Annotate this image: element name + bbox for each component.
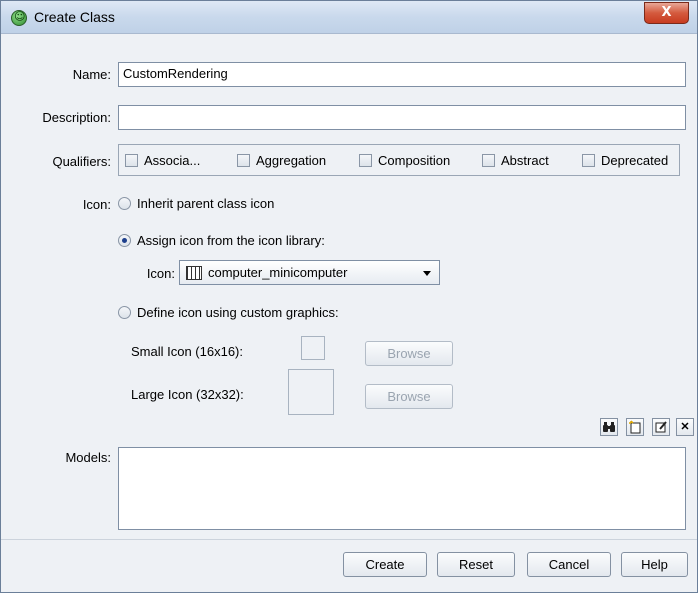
small-icon-label: Small Icon (16x16): <box>131 344 243 359</box>
qualifier-deprecated-checkbox[interactable]: Deprecated <box>582 153 668 168</box>
checkbox-icon <box>125 154 138 167</box>
large-icon-label: Large Icon (32x32): <box>131 387 244 402</box>
qualifiers-group: Associa... Aggregation Composition Abstr… <box>118 144 680 176</box>
cancel-button[interactable]: Cancel <box>527 552 611 577</box>
radio-icon <box>118 306 131 319</box>
checkbox-icon <box>359 154 372 167</box>
qualifier-association-checkbox[interactable]: Associa... <box>125 153 200 168</box>
checkbox-icon <box>237 154 250 167</box>
binoculars-icon[interactable] <box>600 418 618 436</box>
create-class-dialog: ☺ Create Class X Name: CustomRendering D… <box>0 0 698 593</box>
icon-label: Icon: <box>82 197 111 212</box>
qualifier-aggregation-checkbox[interactable]: Aggregation <box>237 153 326 168</box>
large-icon-preview <box>288 369 334 415</box>
radio-icon <box>118 197 131 210</box>
edit-icon[interactable] <box>652 418 670 436</box>
name-field[interactable]: CustomRendering <box>118 62 686 87</box>
large-icon-browse-button[interactable]: Browse <box>365 384 453 409</box>
checkbox-icon <box>582 154 595 167</box>
icon-library-selected: computer_minicomputer <box>208 265 348 280</box>
inherit-icon-radio[interactable]: Inherit parent class icon <box>118 196 274 211</box>
name-label: Name: <box>72 67 111 82</box>
qualifier-association-label: Associa... <box>144 153 201 168</box>
qualifier-abstract-label: Abstract <box>501 153 549 168</box>
chevron-down-icon <box>423 271 431 276</box>
description-label: Description: <box>42 110 111 125</box>
qualifier-deprecated-label: Deprecated <box>601 153 669 168</box>
delete-icon[interactable]: ✕ <box>676 418 694 436</box>
divider <box>1 539 697 540</box>
close-button[interactable]: X <box>644 2 689 24</box>
reset-button[interactable]: Reset <box>437 552 515 577</box>
checkbox-icon <box>482 154 495 167</box>
dialog-body: Name: CustomRendering Description: Quali… <box>1 34 697 592</box>
radio-selected-icon <box>118 234 131 247</box>
app-icon: ☺ <box>11 10 27 26</box>
grid-icon <box>186 265 202 280</box>
new-icon[interactable] <box>626 418 644 436</box>
inherit-icon-label: Inherit parent class icon <box>137 196 275 211</box>
qualifier-composition-label: Composition <box>378 153 451 168</box>
models-label: Models: <box>65 450 111 465</box>
title-bar: ☺ Create Class X <box>1 1 697 34</box>
qualifier-aggregation-label: Aggregation <box>256 153 327 168</box>
library-icon-label: Assign icon from the icon library: <box>137 233 325 248</box>
custom-icon-label: Define icon using custom graphics: <box>137 305 339 320</box>
models-list[interactable] <box>118 447 686 530</box>
description-field[interactable] <box>118 105 686 130</box>
qualifier-abstract-checkbox[interactable]: Abstract <box>482 153 549 168</box>
qualifiers-label: Qualifiers: <box>52 154 111 169</box>
small-icon-preview <box>301 336 325 360</box>
qualifier-composition-checkbox[interactable]: Composition <box>359 153 450 168</box>
help-button[interactable]: Help <box>621 552 688 577</box>
library-icon-radio[interactable]: Assign icon from the icon library: <box>118 233 325 248</box>
small-icon-browse-button[interactable]: Browse <box>365 341 453 366</box>
icon-library-dropdown[interactable]: computer_minicomputer <box>179 260 440 285</box>
create-button[interactable]: Create <box>343 552 427 577</box>
window-title: Create Class <box>34 9 115 25</box>
library-icon-field-label: Icon: <box>146 266 175 281</box>
custom-icon-radio[interactable]: Define icon using custom graphics: <box>118 305 339 320</box>
